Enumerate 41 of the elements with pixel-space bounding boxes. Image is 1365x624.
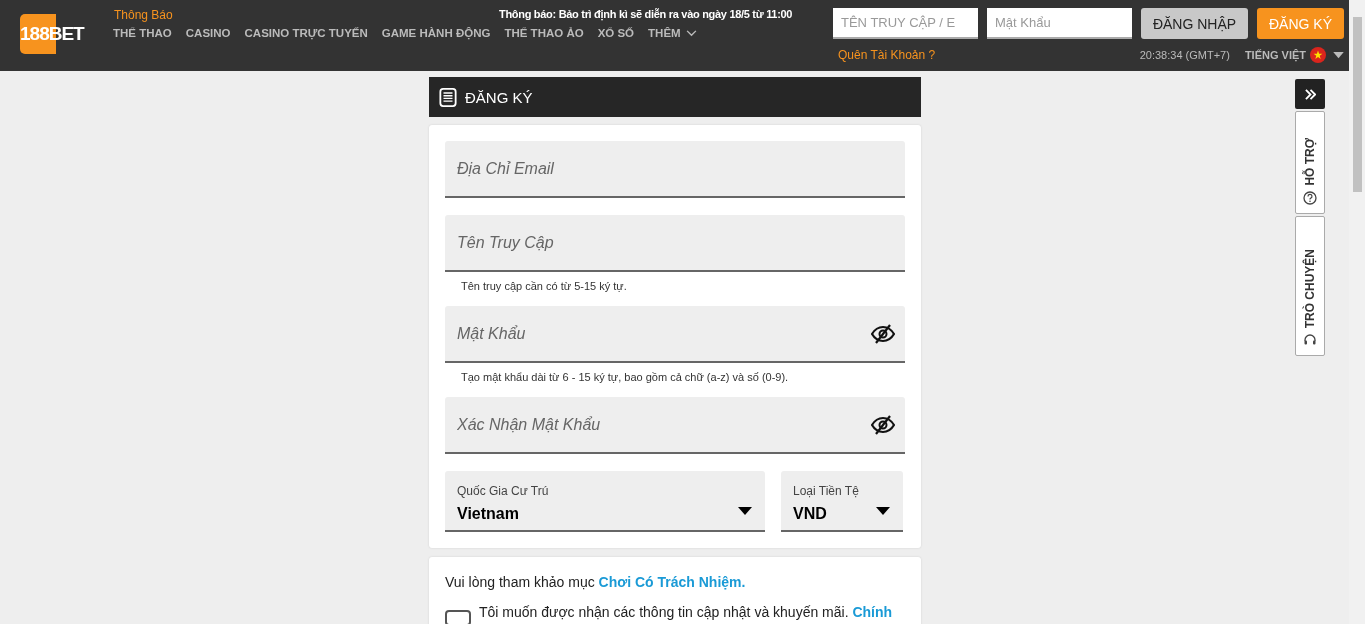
double-chevron-icon [1304, 88, 1316, 100]
forgot-account-link[interactable]: Quên Tài Khoản ? [838, 48, 936, 62]
field-hint: Tên truy cập cần có từ 5-15 ký tự. [460, 279, 628, 294]
eye-slash-icon[interactable] [871, 324, 895, 344]
password-field[interactable]: Mật Khẩu [987, 8, 1132, 39]
caret-icon[interactable] [1333, 51, 1344, 59]
nav-link[interactable]: THỂ THAO [113, 27, 172, 39]
input-field[interactable]: Xác Nhận Mật Khẩu [445, 397, 905, 454]
field-hint: Tạo mật khẩu dài từ 6 - 15 ký tự, bao gồm cả chữ (a-z) và số (0-9). [460, 370, 790, 385]
select-field[interactable]: Loại Tiền Tệ VND [781, 471, 903, 532]
headset-icon [1303, 333, 1317, 347]
help-icon [1303, 191, 1317, 205]
side-tab[interactable]: HỖ TRỢ [1295, 111, 1325, 214]
nav-link[interactable]: THỂ THAO ẢO [504, 27, 584, 39]
notice-text: Thông báo: Bảo trì định kì sẽ diễn ra vào ngày 18/5 từ 11:00 [499, 8, 793, 20]
username-field[interactable]: TÊN TRUY CẬP / E [833, 8, 978, 39]
eye-slash-icon[interactable] [871, 415, 895, 435]
side-tab[interactable]: TRÒ CHUYỆN [1295, 216, 1325, 356]
caret-icon [738, 507, 752, 515]
nav-link[interactable]: CASINO TRỰC TUYẾN [244, 27, 368, 39]
flag-icon [1310, 47, 1326, 63]
document-icon [439, 86, 457, 108]
nav-link[interactable]: XỔ SỐ [597, 27, 635, 39]
expand-button[interactable] [1295, 79, 1325, 109]
nav-link[interactable]: THÊM [648, 27, 697, 39]
responsible-gaming-text: Vui lòng tham khảo mục Chơi Có Trách Nhiệm. [445, 574, 747, 590]
scrollbar-thumb[interactable] [1353, 17, 1362, 192]
newsletter-checkbox[interactable] [445, 610, 471, 624]
caret-icon [876, 507, 890, 515]
form-title: ĐĂNG KÝ [465, 88, 533, 106]
select-field[interactable]: Quốc Gia Cư Trú Vietnam [445, 471, 765, 532]
nav-link[interactable]: CASINO [185, 27, 231, 39]
language-selector[interactable]: TIẾNG VIỆT [1244, 49, 1306, 61]
notice-label[interactable]: Thông Báo [113, 8, 173, 22]
input-field[interactable]: Mật Khẩu [445, 306, 905, 363]
newsletter-text: Tôi muốn được nhận các thông tin cập nhật và khuyến mãi. Chính [479, 604, 893, 620]
nav-link[interactable]: GAME HÀNH ĐỘNG [381, 27, 491, 39]
input-field[interactable]: Tên Truy Cập [445, 215, 905, 272]
input-field[interactable]: Địa Chỉ Email [445, 141, 905, 198]
clock-text: 20:38:34 (GMT+7) [1139, 49, 1230, 61]
login-button[interactable]: ĐĂNG NHẬP [1141, 8, 1248, 39]
